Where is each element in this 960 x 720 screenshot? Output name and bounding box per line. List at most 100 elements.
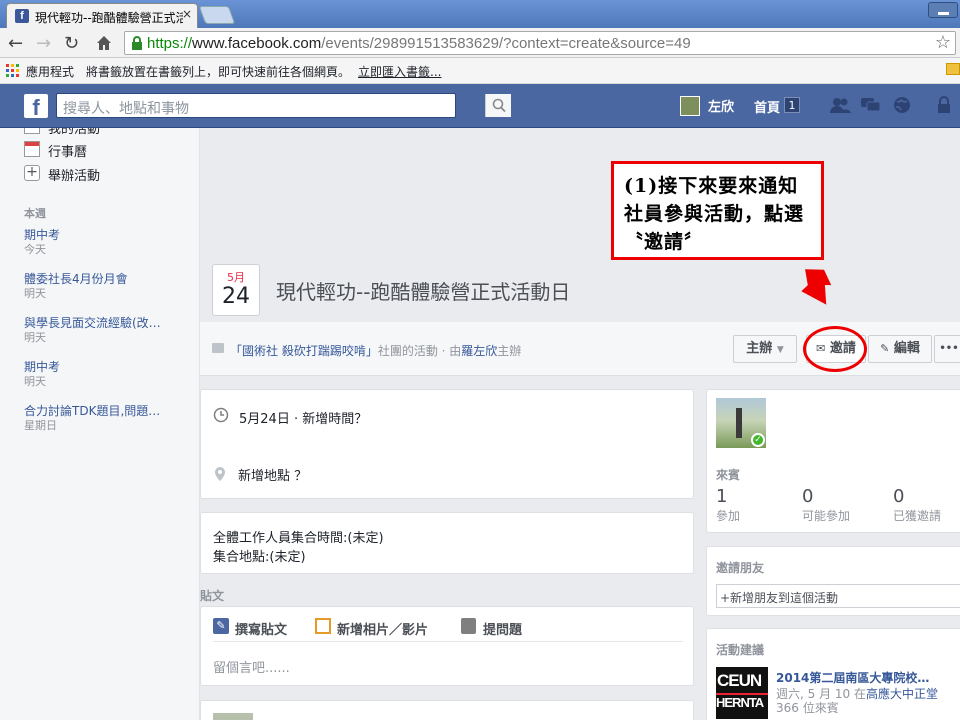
forward-arrow-icon[interactable]: → (36, 33, 51, 54)
sidebar-item-label: 行事曆 (48, 145, 88, 160)
facebook-logo-icon[interactable]: f (24, 94, 48, 118)
tutorial-callout-text: (1)接下來要來通知社員參與活動，點選〝邀請〞 (624, 175, 805, 253)
question-icon (461, 618, 476, 634)
messages-icon[interactable] (860, 96, 882, 114)
sidebar-event-title[interactable]: 期中考 (24, 358, 174, 375)
sidebar-item-my-events[interactable]: 我的活動 (0, 128, 200, 136)
home-link[interactable]: 首頁 (754, 97, 780, 116)
events-icon (24, 128, 40, 134)
sidebar-item-create-event[interactable]: + 舉辦活動 (0, 162, 200, 184)
suggested-event-guests: 366 位來賓 (776, 701, 839, 715)
tab-close-icon[interactable]: × (182, 7, 192, 21)
group-icon (212, 343, 224, 353)
location-pin-icon (213, 466, 229, 482)
sidebar-event-when: 星期日 (24, 419, 57, 432)
apps-grid-icon[interactable] (6, 64, 20, 78)
description-line: 全體工作人員集合時間:(未定) (213, 531, 384, 546)
event-month: 5月 (227, 271, 245, 284)
browser-tab[interactable]: f 現代輕功--跑酷體驗營正式活 × (6, 3, 198, 28)
guests-heading: 來賓 (716, 468, 741, 482)
event-time[interactable]: 5月24日 · 新增時間？ (239, 408, 367, 427)
plus-icon: + (24, 165, 40, 181)
sidebar-event-title[interactable]: 與學長見面交流經驗(改… (24, 314, 174, 331)
friend-requests-icon[interactable] (829, 96, 851, 114)
invite-friends-heading: 邀請朋友 (716, 561, 765, 575)
bookmark-star-icon[interactable]: ☆ (935, 32, 951, 53)
sidebar-event-title[interactable]: 體委社長4月份月會 (24, 270, 174, 287)
more-options-button[interactable]: ••• (934, 335, 960, 363)
venue-link[interactable]: 高應大中正堂 (866, 687, 938, 701)
notifications-globe-icon[interactable] (891, 96, 913, 114)
folder-icon[interactable] (946, 63, 960, 75)
suggested-event-thumbnail[interactable]: CEUN HERNTA (716, 667, 768, 719)
write-post-tab[interactable]: 撰寫貼文 (235, 619, 287, 638)
this-week-heading: 本週 (24, 207, 46, 220)
home-icon[interactable] (96, 35, 112, 51)
tab-title: 現代輕功--跑酷體驗營正式活 (35, 11, 183, 25)
event-place[interactable]: 新增地點 ？ (238, 465, 307, 484)
composer-divider (213, 641, 683, 642)
new-tab-button[interactable] (198, 6, 236, 24)
address-bar[interactable]: https://www.facebook.com/events/29899151… (124, 31, 956, 55)
lock-icon (131, 36, 143, 50)
invite-friends-card: 邀請朋友 +新增朋友到這個活動 (706, 546, 960, 616)
event-title: 現代輕功--跑酷體驗營正式活動日 (276, 280, 571, 304)
calendar-icon (24, 141, 40, 157)
clock-icon (213, 407, 229, 423)
event-details-card: 5月24日 · 新增時間？ 新增地點 ？ (200, 389, 694, 499)
add-friends-input[interactable]: +新增朋友到這個活動 (716, 584, 960, 608)
search-input[interactable]: 搜尋人、地點和事物 (56, 93, 511, 118)
guest-stat-going[interactable]: 1 參加 (716, 486, 740, 524)
host-user-link[interactable]: 羅左欣 (461, 344, 497, 358)
description-line: 集合地點:(未定) (213, 550, 306, 565)
privacy-lock-icon[interactable] (934, 96, 956, 114)
bookmark-hint: 將書籤放置在書籤列上，即可快速前往各個網頁。 (86, 65, 351, 79)
event-day: 24 (222, 284, 250, 309)
sidebar-event-when: 明天 (24, 375, 46, 388)
sidebar-event-when: 明天 (24, 331, 46, 344)
host-dropdown-button[interactable]: 主辦 ▼ (733, 335, 797, 363)
post-avatar (213, 713, 253, 720)
posts-heading: 貼文 (200, 589, 225, 603)
event-description-card: 全體工作人員集合時間:(未定) 集合地點:(未定) (200, 512, 694, 574)
red-arrow-icon (796, 266, 836, 306)
reload-icon[interactable]: ↻ (64, 33, 79, 54)
sidebar-event-when: 明天 (24, 287, 46, 300)
sidebar-event-when: 今天 (24, 243, 46, 256)
home-notification-badge: 1 (784, 97, 800, 113)
event-date-badge: 5月 24 (212, 264, 260, 316)
guests-card: ✓ 來賓 1 參加 0 可能參加 0 已獲邀請 (706, 389, 960, 533)
ask-question-tab[interactable]: 提問題 (483, 619, 522, 638)
apps-label[interactable]: 應用程式 (26, 63, 74, 80)
window-minimize-button[interactable] (928, 2, 958, 18)
suggestions-heading: 活動建議 (716, 643, 765, 657)
edit-button[interactable]: ✎ 編輯 (868, 335, 932, 363)
bookmarks-bar: 應用程式 將書籤放置在書籤列上，即可快速前往各個網頁。 立即匯入書籤... (0, 58, 960, 84)
suggestions-card: 活動建議 CEUN HERNTA 2014第二屆南區大專院校… 週六, 5 月 … (706, 628, 960, 720)
profile-name-link[interactable]: 左欣 (708, 96, 734, 115)
post-input[interactable]: 留個言吧...... (213, 657, 290, 676)
chevron-down-icon: ▼ (776, 345, 784, 355)
back-arrow-icon[interactable]: ← (8, 33, 23, 54)
guest-stat-invited[interactable]: 0 已獲邀請 (893, 486, 941, 524)
search-icon[interactable] (485, 94, 511, 117)
user-avatar[interactable] (680, 96, 700, 116)
post-composer: ✎ 撰寫貼文 新增相片／影片 提問題 留個言吧...... (200, 606, 694, 686)
tutorial-callout: (1)接下來要來通知社員參與活動，點選〝邀請〞 (611, 161, 824, 260)
guest-stat-maybe[interactable]: 0 可能參加 (802, 486, 850, 524)
sidebar-item-label: 舉辦活動 (48, 169, 101, 184)
event-host-line: 「國術社 殺砍打踹踢咬啃」社團的活動 · 由羅左欣主辦 (230, 344, 522, 358)
facebook-favicon-icon: f (15, 9, 29, 23)
feed-post-card (200, 700, 694, 720)
invite-highlight-circle (803, 326, 867, 372)
import-bookmarks-link[interactable]: 立即匯入書籤... (358, 63, 441, 80)
photo-icon (315, 618, 331, 634)
suggested-event-title[interactable]: 2014第二屆南區大專院校… (776, 669, 929, 686)
host-group-link[interactable]: 「國術社 殺砍打踹踢咬啃」 (230, 344, 378, 358)
guest-avatar[interactable]: ✓ (716, 398, 766, 448)
sidebar-item-label: 我的活動 (48, 128, 101, 136)
add-photo-video-tab[interactable]: 新增相片／影片 (337, 619, 428, 638)
sidebar-item-calendar[interactable]: 行事曆 (0, 138, 200, 160)
sidebar-event-title[interactable]: 期中考 (24, 226, 174, 243)
search-placeholder: 搜尋人、地點和事物 (63, 101, 189, 117)
